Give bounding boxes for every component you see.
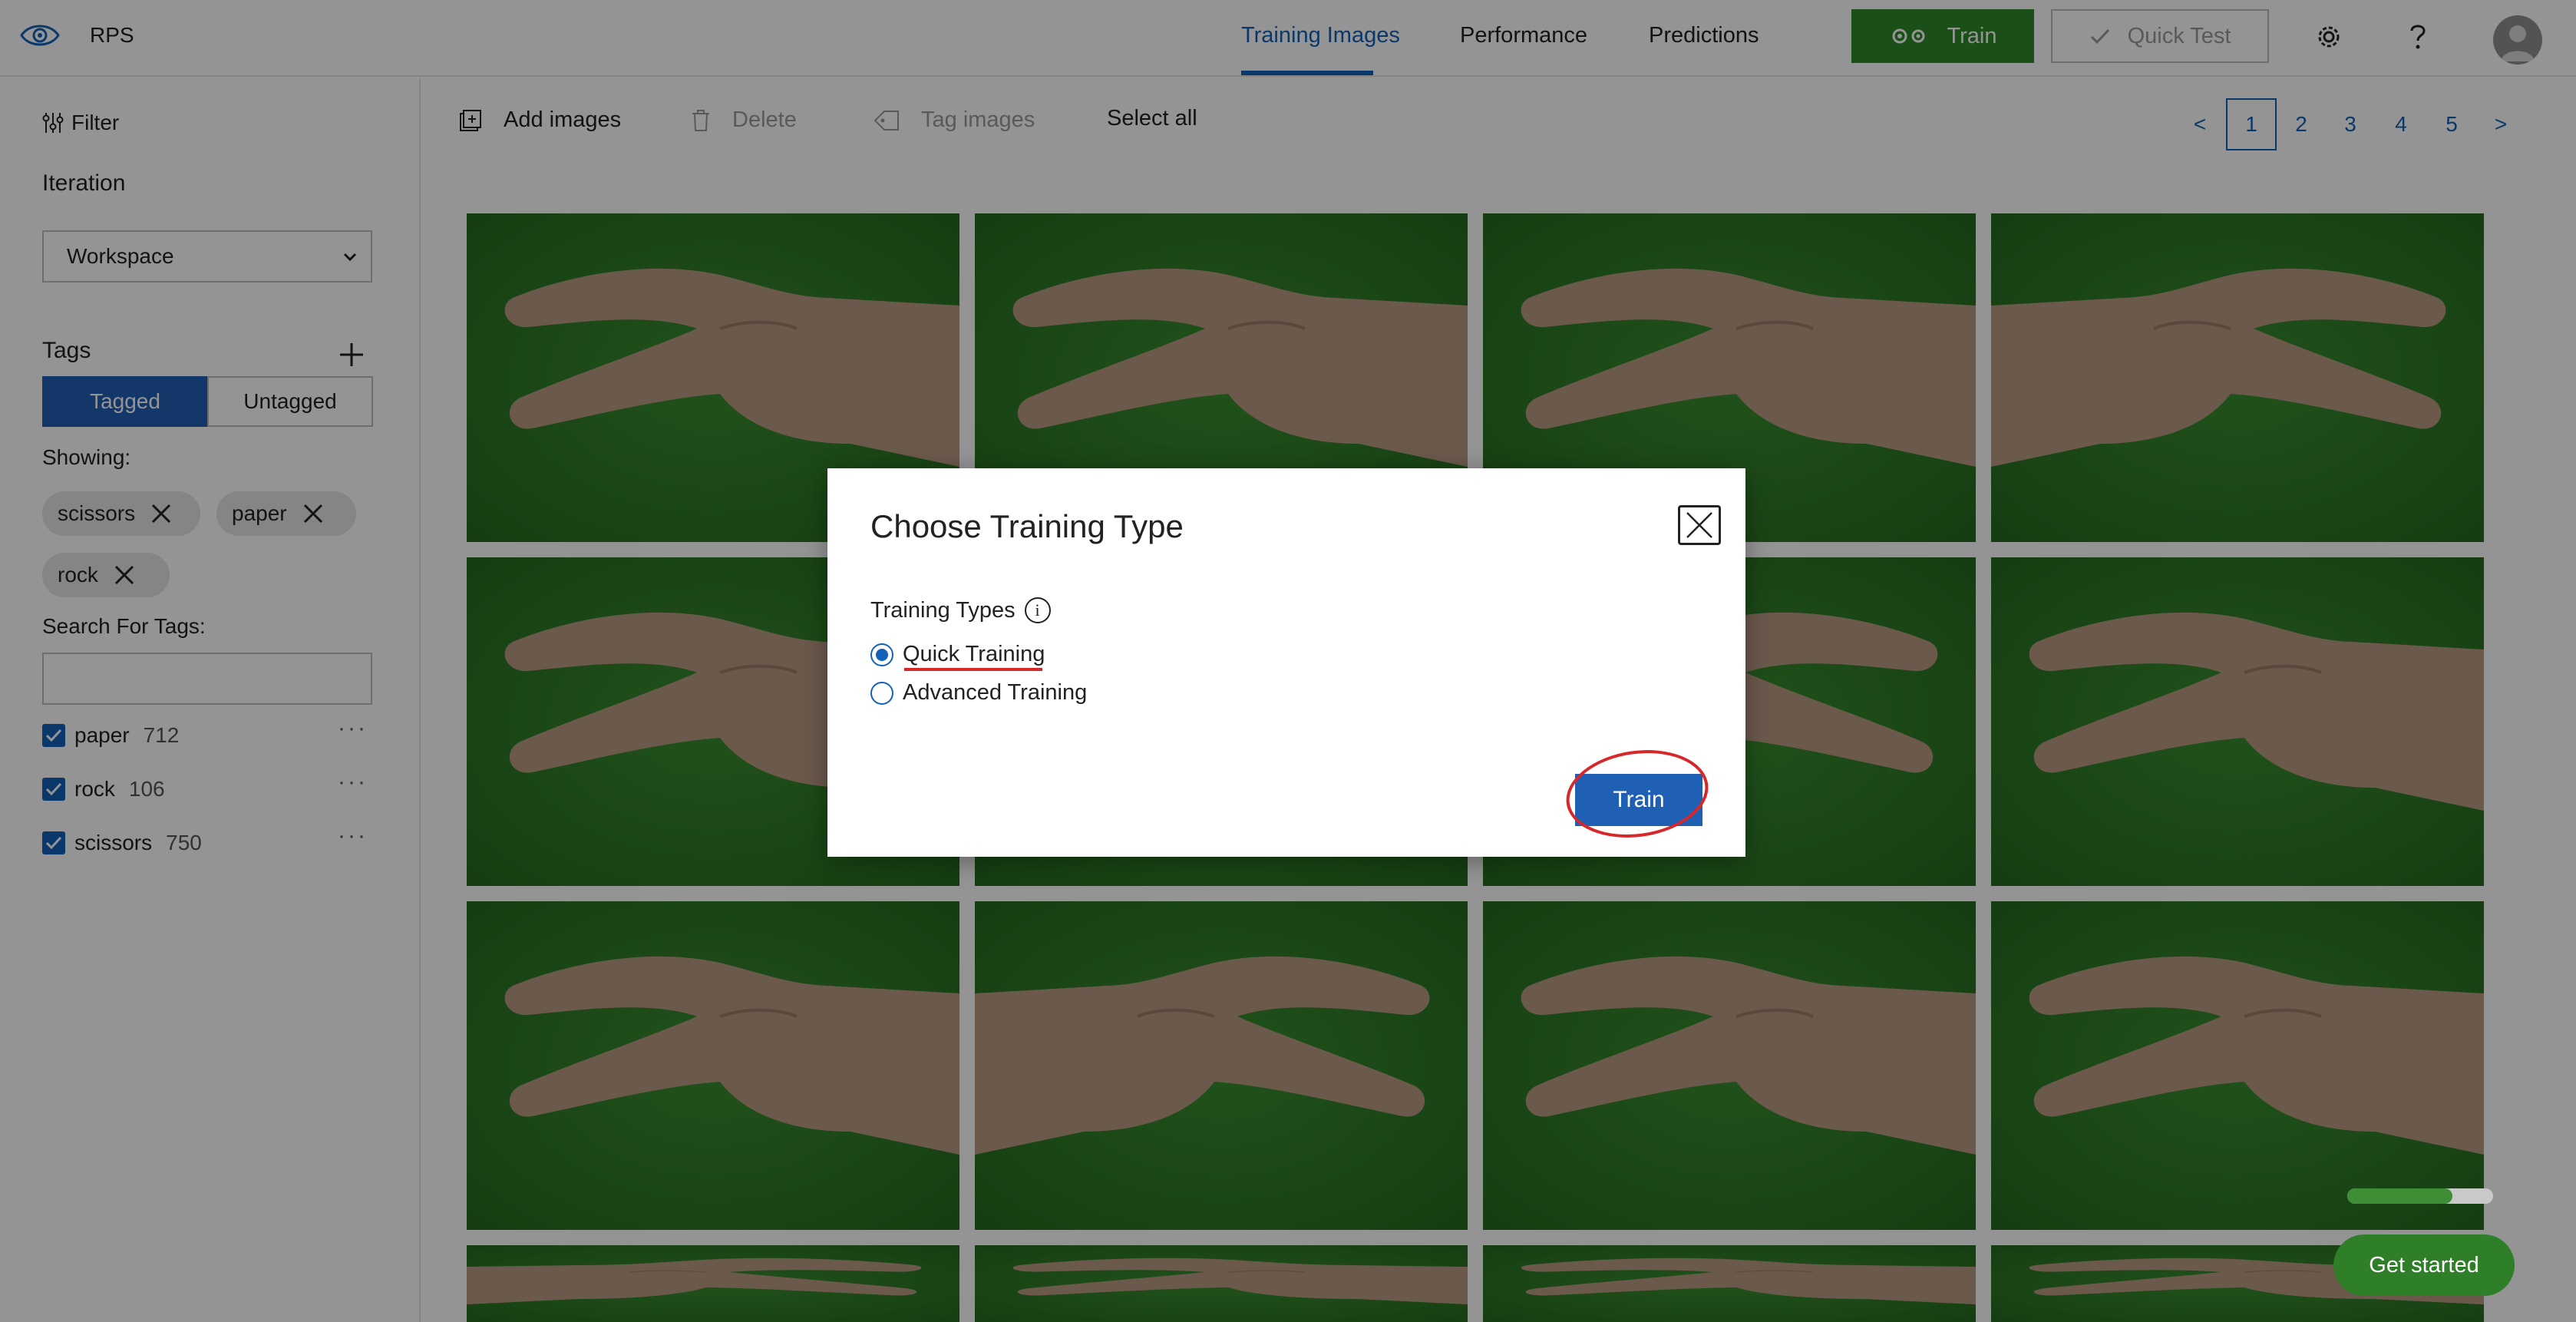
- radio-unselected[interactable]: [870, 681, 893, 705]
- quick-training-label: Quick Training: [903, 642, 1045, 666]
- radio-dot: [876, 648, 888, 661]
- choose-training-type-dialog: Choose Training Type Training Types i Qu…: [827, 468, 1745, 857]
- close-icon: [1686, 512, 1712, 538]
- quick-training-option[interactable]: Quick Training: [870, 642, 1045, 667]
- advanced-training-label: Advanced Training: [903, 680, 1088, 705]
- training-types-text: Training Types: [870, 597, 1016, 623]
- radio-selected[interactable]: [870, 643, 893, 666]
- dialog-close-button[interactable]: [1678, 505, 1721, 545]
- training-types-label: Training Types i: [870, 597, 1051, 623]
- onboarding-progress-fill: [2347, 1188, 2452, 1204]
- annotation-circle: [1560, 741, 1714, 847]
- info-icon[interactable]: i: [1024, 597, 1051, 623]
- annotation-underline: [904, 668, 1042, 671]
- get-started-button[interactable]: Get started: [2333, 1234, 2515, 1296]
- dialog-title: Choose Training Type: [870, 508, 1184, 544]
- advanced-training-option[interactable]: Advanced Training: [870, 680, 1087, 706]
